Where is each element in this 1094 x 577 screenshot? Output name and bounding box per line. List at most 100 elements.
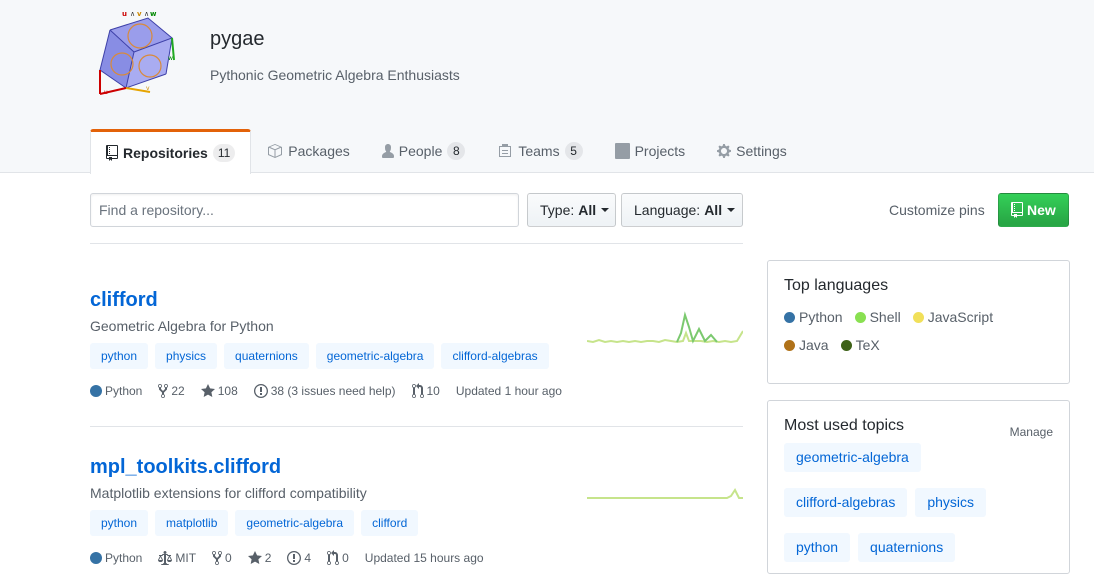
stars-link[interactable]: 108 [200, 383, 238, 399]
repo-name-link[interactable]: mpl_toolkits.clifford [90, 456, 743, 479]
topic-tag[interactable]: quaternions [224, 343, 309, 369]
topic-tag[interactable]: clifford-algebras [784, 488, 908, 517]
law-icon [158, 551, 173, 565]
language-item[interactable]: Python [784, 309, 843, 325]
forks-count: 0 [225, 551, 232, 565]
language-name: Python [105, 384, 143, 398]
tab-people[interactable]: People 8 [366, 129, 482, 173]
issues-link[interactable]: 4 [287, 550, 311, 566]
repo-icon [1011, 202, 1023, 218]
forks-link[interactable]: 0 [212, 550, 232, 566]
new-label: New [1027, 202, 1056, 218]
stars-link[interactable]: 2 [247, 550, 271, 566]
forks-count: 22 [171, 384, 185, 398]
type-filter-button[interactable]: Type: All [527, 193, 616, 227]
issue-icon [253, 384, 268, 398]
new-repo-button[interactable]: New [998, 193, 1069, 227]
logo-letter-w1: ∧ [130, 10, 135, 18]
activity-sparkline [587, 488, 743, 499]
language-list: Python Shell JavaScript Java TeX [784, 309, 1053, 353]
issues-count: 38 (3 issues need help) [270, 384, 396, 398]
topic-list: geometric-algebra clifford-algebras phys… [784, 443, 1053, 562]
topic-tag[interactable]: geometric-algebra [235, 510, 355, 536]
tab-teams[interactable]: Teams 5 [481, 129, 598, 173]
caret-down-icon [601, 208, 610, 212]
tab-projects[interactable]: Projects [599, 129, 702, 173]
find-repository-input[interactable] [90, 193, 519, 227]
topic-tag[interactable]: geometric-algebra [784, 443, 921, 472]
language-item[interactable]: JavaScript [912, 309, 993, 325]
language-name: Java [799, 337, 829, 353]
repo-filter-bar: Type: All Language: All Customize pins N… [90, 193, 1069, 227]
language-color-dot [784, 311, 795, 323]
topic-tag[interactable]: clifford [361, 510, 419, 536]
repo-icon [106, 145, 118, 161]
language-color-dot [912, 311, 924, 323]
topic-tag[interactable]: physics [915, 488, 987, 517]
star-icon [247, 551, 262, 564]
topic-tag[interactable]: matplotlib [155, 510, 229, 536]
license-name: MIT [175, 551, 197, 565]
customize-pins-link[interactable]: Customize pins [889, 202, 985, 218]
language-value: All [704, 202, 723, 218]
package-icon [267, 144, 283, 158]
logo-letter-u1: u [122, 10, 127, 18]
activity-sparkline [587, 311, 743, 344]
org-description: Pythonic Geometric Algebra Enthusiasts [210, 67, 460, 83]
repo-count: 11 [212, 144, 236, 162]
pull-requests-count: 10 [426, 384, 440, 398]
topic-tag[interactable]: python [90, 510, 149, 536]
language-item[interactable]: TeX [840, 337, 880, 353]
caret-down-icon [727, 208, 736, 212]
issue-icon [287, 551, 302, 565]
language-label: Language: [634, 202, 701, 218]
type-value: All [578, 202, 597, 218]
topic-tag[interactable]: clifford-algebras [441, 343, 549, 369]
pull-requests-link[interactable]: 10 [411, 383, 440, 399]
language-item[interactable]: Shell [854, 309, 901, 325]
fork-icon [158, 384, 169, 398]
license: MIT [158, 550, 196, 566]
tab-repositories[interactable]: Repositories 11 [90, 129, 252, 174]
tab-label: Settings [736, 143, 787, 159]
language-item[interactable]: Java [784, 337, 829, 353]
repo-meta: Python 22 108 38 (3 issues need help) 10… [90, 383, 743, 399]
issues-link[interactable]: 38 (3 issues need help) [253, 383, 396, 399]
topic-tag[interactable]: python [90, 343, 149, 369]
topic-tag[interactable]: quaternions [858, 533, 956, 562]
tab-packages[interactable]: Packages [251, 129, 365, 173]
language-color-dot [90, 552, 102, 564]
logo-letter-w2: ∧ [144, 10, 149, 18]
top-languages-title: Top languages [784, 277, 889, 294]
logo-letter-v1: v [137, 10, 142, 18]
gear-icon [717, 143, 732, 159]
issues-count: 4 [304, 551, 312, 565]
pull-request-icon [411, 383, 424, 398]
pull-requests-link[interactable]: 0 [327, 550, 349, 566]
pull-request-icon [327, 550, 340, 565]
stars-count: 108 [217, 384, 238, 398]
manage-topics-link[interactable]: Manage [1010, 425, 1053, 439]
teams-count: 5 [564, 142, 583, 160]
org-header: u ∧ v ∧ w u v w pygae Pythonic Geometric… [0, 0, 1094, 174]
language-color-dot [840, 339, 852, 351]
language-name: Python [105, 551, 143, 565]
org-avatar[interactable]: u ∧ v ∧ w u v w [92, 8, 188, 100]
project-icon [614, 143, 630, 159]
topic-tag[interactable]: geometric-algebra [315, 343, 435, 369]
top-languages-box: Top languages Python Shell JavaScript Ja… [767, 260, 1070, 384]
updated-time: Updated 1 hour ago [455, 384, 562, 398]
star-icon [200, 384, 215, 397]
divider [90, 243, 743, 244]
tab-label: People [398, 143, 443, 159]
tab-settings[interactable]: Settings [701, 129, 803, 173]
svg-text:u: u [104, 89, 108, 96]
forks-link[interactable]: 22 [158, 383, 185, 399]
repo-name-link[interactable]: clifford [90, 289, 743, 312]
fork-icon [212, 551, 223, 565]
topic-tag[interactable]: physics [155, 343, 218, 369]
divider [90, 426, 743, 427]
topic-tag[interactable]: python [784, 533, 851, 562]
language-filter-button[interactable]: Language: All [621, 193, 743, 227]
svg-text:w: w [168, 55, 173, 62]
